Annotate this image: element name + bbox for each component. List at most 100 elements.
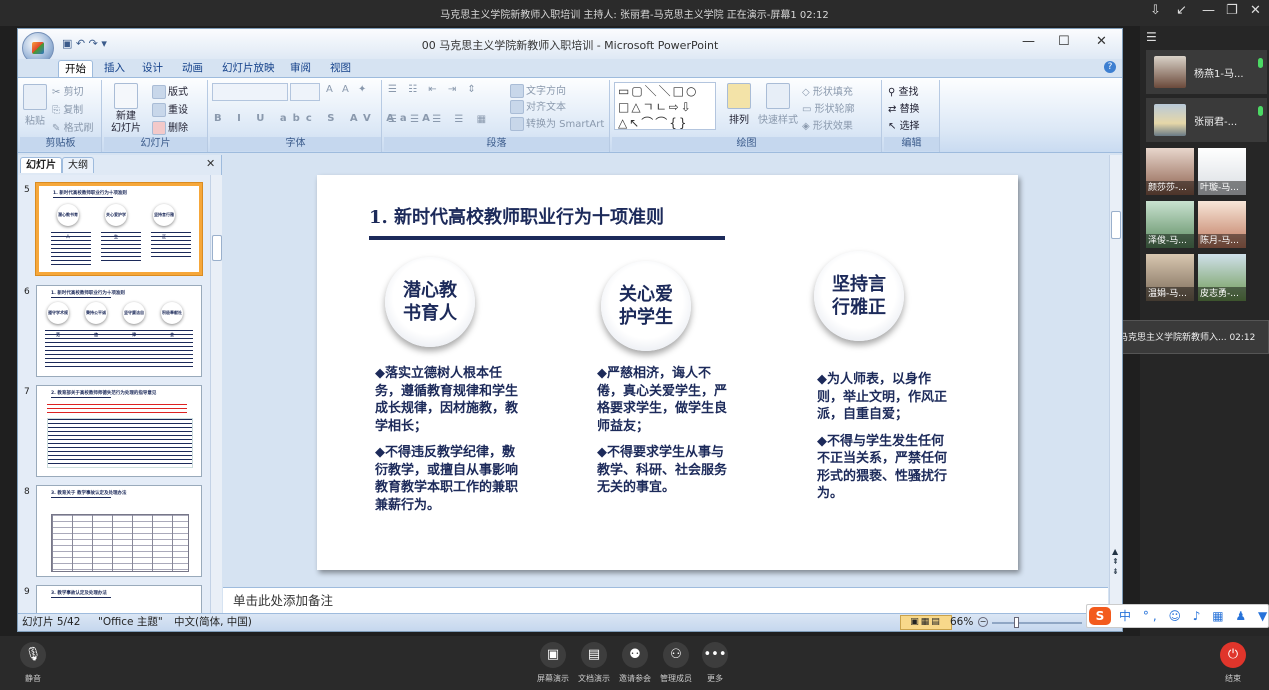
shapes-gallery[interactable]: ▭▢＼＼□○ □△ㄱㄴ⇨⇩ △↖⌒⌒{} xyxy=(614,82,716,130)
participant-tile[interactable]: 泽俊-马... xyxy=(1146,201,1194,248)
principle-text-1: ◆落实立德树人根本任务，遵循教育规律和学生成长规律，因材施教，教学相长； ◆不得… xyxy=(375,366,519,513)
help-icon[interactable]: ? xyxy=(1104,61,1116,73)
zoom-out-icon[interactable]: − xyxy=(978,617,988,627)
slide-thumbnail[interactable]: 3. 教育关于 教学事故认定及处理办法 xyxy=(36,485,202,577)
invite-button[interactable]: ⚉ 邀请参会 xyxy=(612,642,658,684)
scrollbar-thumb[interactable] xyxy=(1111,211,1121,239)
tab-slides[interactable]: 幻灯片 xyxy=(20,157,62,173)
tab-home[interactable]: 开始 xyxy=(58,60,93,77)
current-slide[interactable]: 1. 新时代高校教师职业行为十项准则 潜心教 书育人 关心爱 护学生 坚持言 行雅正 … xyxy=(317,175,1018,570)
text-direction-button[interactable]: 文字方向 xyxy=(510,82,566,98)
ime-buttons[interactable]: 中 °, ☺ ♪ ▦ ♟ ▼ ⁘ xyxy=(1119,609,1269,623)
shape-outline-button[interactable]: ▭ 形状轮廓 xyxy=(802,100,855,115)
copy-button[interactable]: ⎘ 复制 xyxy=(52,101,83,116)
screen-share-icon: ▣ xyxy=(540,642,566,668)
group-label: 编辑 xyxy=(884,137,939,151)
minimize-icon[interactable]: — xyxy=(1022,34,1035,49)
thumbnail-text xyxy=(47,418,193,468)
participant-tile[interactable]: 温娟-马... xyxy=(1146,254,1194,301)
more-icon: ••• xyxy=(702,642,728,668)
align-text-button[interactable]: 对齐文本 xyxy=(510,98,566,114)
font-size-field[interactable] xyxy=(290,83,320,101)
zoom-slider-handle[interactable] xyxy=(1014,617,1019,628)
slide-thumbnail[interactable]: 2. 教育部关于高校教师师德失范行为处理的指导意见 xyxy=(36,385,202,477)
group-edit: ⚲ 查找 ⇄ 替换 ↖ 选择 编辑 xyxy=(884,80,940,152)
thumbnail-table xyxy=(51,514,189,572)
layout-icon xyxy=(152,85,166,99)
font-size-buttons[interactable]: A A ✦ xyxy=(326,84,369,95)
align-buttons[interactable]: ☰ ☰ ☰ ☰ ▦ xyxy=(388,114,491,125)
document-share-button[interactable]: ▤ 文档演示 xyxy=(571,642,617,684)
minimize-icon[interactable]: — xyxy=(1202,3,1215,18)
slide-scrollbar[interactable]: ▲ ⇞ ⇟ xyxy=(1109,155,1122,613)
slide-thumbnail[interactable]: 3. 教学事故认定及处理办法 xyxy=(36,585,202,613)
shape-effect-button[interactable]: ◈ 形状效果 xyxy=(802,117,853,132)
notes-pane[interactable]: 单击此处添加备注 xyxy=(223,587,1108,613)
select-button[interactable]: ↖ 选择 xyxy=(888,117,920,132)
format-painter-button[interactable]: ✎ 格式刷 xyxy=(52,119,94,134)
scrollbar-thumb[interactable] xyxy=(212,235,222,261)
maximize-icon[interactable]: ☐ xyxy=(1058,34,1070,49)
delete-button[interactable]: 删除 xyxy=(152,119,188,135)
slide-thumbnail[interactable]: 1. 新时代高校教师职业行为十项准则 遵守学术规范 秉持公平诚信 坚守廉洁自律 … xyxy=(36,285,202,377)
new-slide-button[interactable]: 新建 幻灯片 xyxy=(106,83,146,135)
layout-button[interactable]: 版式 xyxy=(152,83,188,99)
tab-animation[interactable]: 动画 xyxy=(176,60,209,77)
participant-tile[interactable]: 皮志勇-... xyxy=(1198,254,1246,301)
close-icon[interactable]: ✕ xyxy=(1096,34,1107,49)
participant-card[interactable]: 张丽君-... xyxy=(1146,98,1267,142)
close-pane-icon[interactable]: ✕ xyxy=(206,157,215,170)
quick-styles-button[interactable]: 快速样式 xyxy=(756,83,800,126)
tab-insert[interactable]: 插入 xyxy=(98,60,131,77)
participant-tile[interactable]: 陈月-马... xyxy=(1198,201,1246,248)
binoculars-icon: ⚲ xyxy=(888,87,899,98)
language[interactable]: 中文(简体, 中国) xyxy=(174,614,252,631)
slide-thumbnail[interactable]: 1. 新时代高校教师职业行为十项准则 潜心教书育人 关心爱护学生 坚持言行雅正 xyxy=(36,183,202,275)
smartart-button[interactable]: 转换为 SmartArt xyxy=(510,115,604,131)
find-button[interactable]: ⚲ 查找 xyxy=(888,83,919,98)
restore-icon[interactable]: ❐ xyxy=(1226,3,1238,18)
participant-name: 叶璇-马... xyxy=(1198,181,1246,195)
principle-text-3: ◆为人师表，以身作则，举止文明，作风正派，自重自爱； ◆不得与学生发生任何不正当… xyxy=(817,372,948,501)
scroll-arrows-icon[interactable]: ▲ ⇞ ⇟ xyxy=(1112,547,1119,577)
slide-title: 1. 新时代高校教师职业行为十项准则 xyxy=(369,207,665,228)
tab-design[interactable]: 设计 xyxy=(136,60,169,77)
participant-card[interactable]: 杨燕1-马... xyxy=(1146,50,1267,94)
principle-text-2: ◆严慈相济，诲人不倦，真心关爱学生，严格要求学生，做学生良师益友； ◆不得要求学… xyxy=(597,366,728,495)
shape-fill-button[interactable]: ◇ 形状填充 xyxy=(802,83,853,98)
reset-button[interactable]: 重设 xyxy=(152,101,188,117)
pin-icon[interactable]: ⇩ xyxy=(1150,3,1161,18)
view-buttons[interactable]: ▣▦▤ xyxy=(900,615,952,630)
zoom-slider[interactable] xyxy=(992,622,1082,624)
mute-button[interactable]: 🎙 静音 xyxy=(10,642,56,684)
ime-toolbar[interactable]: S 中 °, ☺ ♪ ▦ ♟ ▼ ⁘ xyxy=(1086,604,1269,628)
meeting-tooltip: 马克思主义学院新教师入... 02:12 xyxy=(1112,320,1269,354)
avatar xyxy=(1154,104,1186,136)
tab-review[interactable]: 审阅 xyxy=(284,60,317,77)
close-icon[interactable]: ✕ xyxy=(1250,3,1261,18)
participant-name: 杨燕1-马... xyxy=(1194,69,1244,80)
thumbnail-text xyxy=(47,404,187,414)
paste-button[interactable]: 粘贴 xyxy=(22,84,48,127)
tab-outline[interactable]: 大纲 xyxy=(62,157,94,173)
zoom-level[interactable]: 66% xyxy=(950,614,973,631)
list-buttons[interactable]: ☰ ☷ ⇤ ⇥ ⇕ xyxy=(388,84,480,95)
participant-tile[interactable]: 叶璇-马... xyxy=(1198,148,1246,195)
window-title-bar: ▣ ↶ ↷ ▾ 00 马克思主义学院新教师入职培训 - Microsoft Po… xyxy=(18,29,1122,64)
thumbnail-scrollbar[interactable] xyxy=(210,175,222,613)
cut-button[interactable]: ✂ 剪切 xyxy=(52,83,84,98)
mic-icon xyxy=(1258,58,1263,68)
screen-share-button[interactable]: ▣ 屏幕演示 xyxy=(530,642,576,684)
tab-slideshow[interactable]: 幻灯片放映 xyxy=(216,60,281,77)
more-button[interactable]: ••• 更多 xyxy=(692,642,738,684)
replace-button[interactable]: ⇄ 替换 xyxy=(888,100,920,115)
shrink-icon[interactable]: ↙ xyxy=(1176,3,1187,18)
thumbnail-circle: 潜心教书育人 xyxy=(57,204,79,239)
arrange-button[interactable]: 排列 xyxy=(724,83,754,126)
font-name-field[interactable] xyxy=(212,83,288,101)
participant-tile[interactable]: 颜莎莎-... xyxy=(1146,148,1194,195)
list-toggle-icon[interactable]: ☰ xyxy=(1146,30,1157,44)
end-meeting-button[interactable]: ⏻ 结束 xyxy=(1210,642,1256,684)
tab-view[interactable]: 视图 xyxy=(324,60,357,77)
thumbnail-text xyxy=(45,330,193,368)
